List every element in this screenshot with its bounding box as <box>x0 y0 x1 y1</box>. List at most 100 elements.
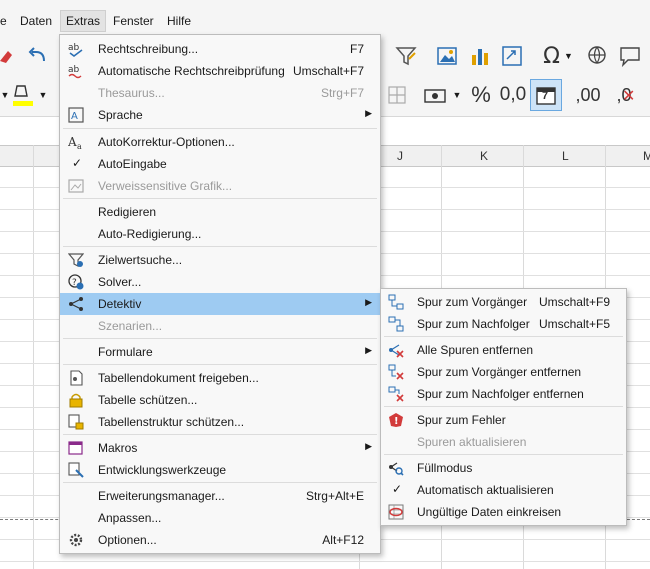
menu-item-imagemap[interactable]: Verweissensitive Grafik... <box>60 175 380 197</box>
menu-bearbeiten[interactable]: e <box>0 14 7 28</box>
submenu-arrow-icon: ▶ <box>365 345 372 355</box>
column-header-l[interactable]: L <box>562 149 569 163</box>
trace-precedents-icon <box>388 294 404 310</box>
menu-fenster[interactable]: Fenster <box>113 14 154 28</box>
menu-item-entwicklungswerkzeuge[interactable]: Entwicklungswerkzeuge <box>60 459 380 481</box>
submenu-arrow-icon: ▶ <box>365 108 372 118</box>
svg-text:a: a <box>77 142 82 150</box>
comment-icon[interactable] <box>618 44 642 68</box>
remove-precedents-icon <box>388 364 404 380</box>
fill-mode-icon <box>388 460 404 476</box>
menu-item-fuellmodus[interactable]: Füllmodus <box>381 457 626 479</box>
add-decimal-button[interactable]: ,00 <box>572 82 604 108</box>
grid-line <box>0 561 650 562</box>
menu-item-szenarien[interactable]: Szenarien... <box>60 315 380 337</box>
currency-format-icon[interactable]: ▼ <box>422 82 462 108</box>
dropdown-arrow-icon[interactable]: ▼ <box>0 84 10 106</box>
special-character-icon[interactable]: Ω ▼ <box>538 44 578 69</box>
menu-item-alle-spuren-entfernen[interactable]: Alle Spuren entfernen <box>381 339 626 361</box>
menu-separator <box>63 482 377 483</box>
solver-icon: ? <box>68 274 84 290</box>
lock-icon <box>68 392 84 408</box>
menu-item-auto-redigierung[interactable]: Auto-Redigierung... <box>60 223 380 245</box>
trace-error-icon: ! <box>388 412 404 428</box>
hyperlink-icon[interactable] <box>586 44 610 68</box>
menu-item-spur-nachfolger[interactable]: Spur zum Nachfolger Umschalt+F5 <box>381 313 626 335</box>
percent-label: % <box>471 82 491 107</box>
column-header-j[interactable]: J <box>397 149 403 163</box>
remove-all-traces-icon <box>388 342 404 358</box>
menu-item-autokorrektur[interactable]: Aa AutoKorrektur-Optionen... <box>60 131 380 153</box>
menu-separator <box>384 406 623 407</box>
menu-item-freigeben[interactable]: Tabellendokument freigeben... <box>60 367 380 389</box>
menu-item-zielwertsuche[interactable]: Zielwertsuche... <box>60 249 380 271</box>
menu-item-erweiterungsmanager[interactable]: Erweiterungsmanager... Strg+Alt+E <box>60 485 380 507</box>
auto-spellcheck-icon: ab <box>68 63 84 79</box>
developer-tools-icon <box>68 462 84 478</box>
clear-formatting-icon[interactable] <box>0 44 14 66</box>
menu-item-thesaurus[interactable]: Thesaurus... Strg+F7 <box>60 82 380 104</box>
menu-separator <box>63 246 377 247</box>
svg-text:!: ! <box>394 416 399 427</box>
menu-item-optionen[interactable]: Optionen... Alt+F12 <box>60 529 380 551</box>
remove-x-icon: ✕ <box>622 88 636 105</box>
goal-seek-icon <box>67 252 85 268</box>
detective-icon <box>68 296 84 312</box>
number-format-button[interactable]: 0,0 <box>498 82 528 108</box>
menu-item-tabelle-schuetzen[interactable]: Tabelle schützen... <box>60 389 380 411</box>
menu-item-rechtschreibung[interactable]: ab Rechtschreibung... F7 <box>60 38 380 60</box>
submenu-arrow-icon: ▶ <box>365 297 372 307</box>
menu-item-detektiv[interactable]: Detektiv ▶ <box>60 293 380 315</box>
menu-hilfe[interactable]: Hilfe <box>167 14 191 28</box>
menu-item-formulare[interactable]: Formulare ▶ <box>60 341 380 363</box>
menu-item-automatisch-aktualisieren[interactable]: ✓ Automatisch aktualisieren <box>381 479 626 501</box>
menu-daten[interactable]: Daten <box>20 14 52 28</box>
insert-chart-icon[interactable] <box>468 44 492 68</box>
menu-separator <box>63 198 377 199</box>
autofilter-icon[interactable] <box>394 44 418 68</box>
menu-item-spuren-aktualisieren[interactable]: Spuren aktualisieren <box>381 431 626 453</box>
protect-structure-icon <box>68 414 84 430</box>
menu-item-tabellenstruktur[interactable]: Tabellenstruktur schützen... <box>60 411 380 433</box>
menu-item-spur-nachfolger-entfernen[interactable]: Spur zum Nachfolger entfernen <box>381 383 626 405</box>
menu-item-autoeingabe[interactable]: ✓ AutoEingabe <box>60 153 380 175</box>
highlight-dropdown-icon[interactable]: ▼ <box>38 84 48 106</box>
menu-item-sprache[interactable]: A Sprache ▶ <box>60 104 380 126</box>
menu-separator <box>384 454 623 455</box>
menu-item-solver[interactable]: ? Solver... <box>60 271 380 293</box>
imagemap-icon <box>68 178 84 194</box>
percent-format-button[interactable]: % <box>468 82 494 108</box>
menu-item-ungueltige-daten[interactable]: Ungültige Daten einkreisen <box>381 501 626 523</box>
borders-icon[interactable] <box>386 84 408 106</box>
number-format-label: 0,0 <box>499 84 527 105</box>
menu-item-anpassen[interactable]: Anpassen... <box>60 507 380 529</box>
menu-item-spur-fehler[interactable]: ! Spur zum Fehler <box>381 409 626 431</box>
menu-extras[interactable]: Extras <box>60 10 107 32</box>
remove-dependents-icon <box>388 386 404 402</box>
menu-separator <box>63 434 377 435</box>
svg-text:A: A <box>71 111 78 122</box>
menu-item-spur-vorgaenger[interactable]: Spur zum Vorgänger Umschalt+F9 <box>381 291 626 313</box>
gear-icon <box>68 532 84 548</box>
remove-decimal-button[interactable]: ,0 ✕ <box>608 82 640 108</box>
menu-item-makros[interactable]: Makros ▶ <box>60 437 380 459</box>
menu-item-redigieren[interactable]: Redigieren <box>60 201 380 223</box>
insert-image-icon[interactable] <box>435 44 459 68</box>
submenu-arrow-icon: ▶ <box>365 441 372 451</box>
spellcheck-icon: ab <box>68 41 84 57</box>
svg-text:?: ? <box>72 278 77 288</box>
menu-item-spur-vorgaenger-entfernen[interactable]: Spur zum Vorgänger entfernen <box>381 361 626 383</box>
share-document-icon <box>68 370 84 386</box>
column-header-m[interactable]: M <box>643 149 650 163</box>
column-header-k[interactable]: K <box>480 149 488 163</box>
highlight-color-icon[interactable] <box>10 82 36 108</box>
menu-bar: e Daten Extras Fenster Hilfe <box>0 0 650 36</box>
pivot-table-icon[interactable] <box>500 44 524 68</box>
svg-text:ab: ab <box>68 65 80 75</box>
menu-separator <box>384 336 623 337</box>
undo-icon[interactable] <box>26 44 50 66</box>
mark-invalid-data-icon <box>388 504 404 520</box>
date-format-button[interactable]: 7 <box>530 79 562 111</box>
menu-item-auto-spellcheck[interactable]: ab Automatische Rechtschreibprüfung Umsc… <box>60 60 380 82</box>
checkmark-icon: ✓ <box>392 482 403 496</box>
